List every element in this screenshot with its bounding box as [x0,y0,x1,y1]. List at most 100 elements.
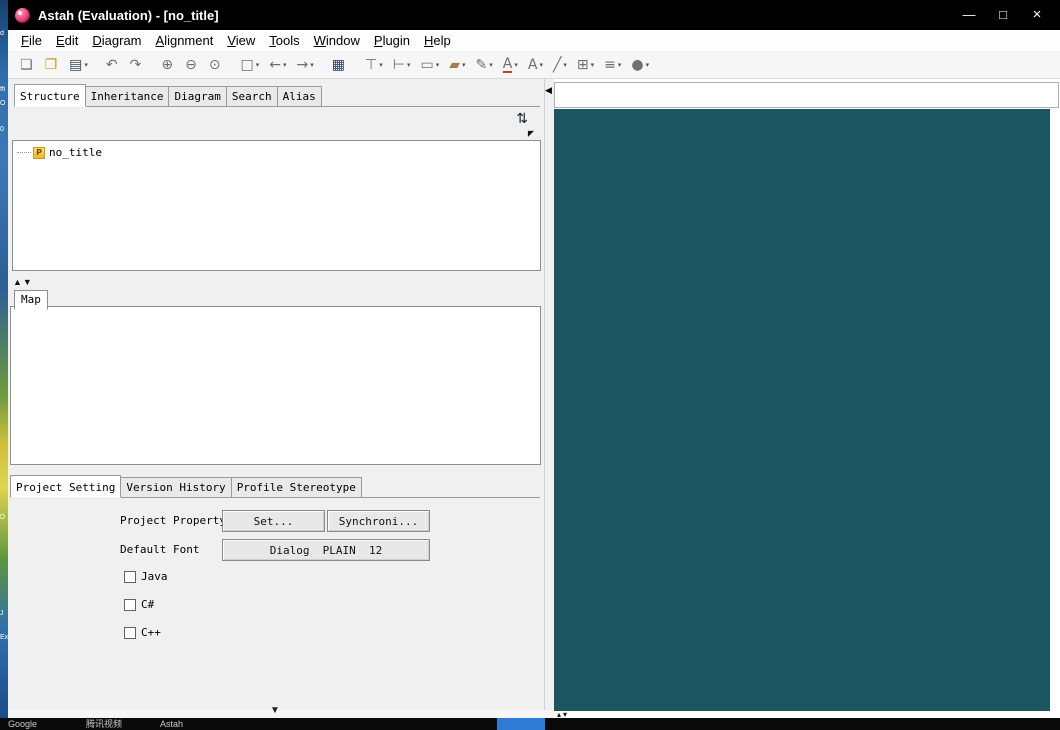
zoom-in-button[interactable]: ⊕ [157,54,179,76]
chevron-down-icon: ▾ [462,62,466,69]
astah-logo-icon [15,7,30,23]
java-checkbox[interactable] [124,570,136,583]
open-folder-button[interactable]: ❐ [41,54,64,76]
java-checkbox-label: Java [141,570,168,583]
collapse-tree-icon[interactable]: ◤ [528,129,534,138]
tab-inheritance[interactable]: Inheritance [84,86,170,107]
tree-node-root[interactable]: P no_title [13,141,540,159]
map-view[interactable] [10,306,541,465]
splitter-collapse-left-icon[interactable]: ◀ [545,85,552,96]
new-file-button[interactable]: ❏ [16,54,39,76]
chevron-down-icon: ▾ [539,62,543,69]
zoom-out-button[interactable]: ⊖ [181,54,203,76]
magnifier-icon: ⊙ [208,57,221,73]
window-title: Astah (Evaluation) - [no_title] [38,7,219,23]
menu-item-edit[interactable]: Edit [49,31,85,50]
vertical-splitter[interactable]: ◀ [545,79,554,710]
diagram-tab-bar [554,82,1059,108]
tab-alias[interactable]: Alias [276,86,322,107]
menu-item-tools[interactable]: Tools [262,31,306,50]
tab-profile-stereotype[interactable]: Profile Stereotype [230,477,362,498]
chevron-down-icon: ▾ [617,62,622,69]
synchronize-button[interactable]: Synchroni... [327,510,430,532]
taskbar-item-astah[interactable]: Astah [160,718,183,730]
menu-item-alignment[interactable]: Alignment [149,31,221,50]
bottom-tab-row: Project Setting Version History Profile … [10,475,540,498]
menu-item-diagram[interactable]: Diagram [85,31,148,50]
tree-map-splitter[interactable]: ▲▼ [13,277,33,287]
set-button[interactable]: Set... [222,510,325,532]
select-area-button[interactable]: □ ▾ [237,54,264,76]
undo-button[interactable]: ↶ [102,54,124,76]
arrow-right-icon: → [296,57,309,73]
undo-icon: ↶ [105,57,118,73]
csharp-checkbox-row: C# [124,598,154,611]
menu-item-help[interactable]: Help [417,31,458,50]
structure-tab-row: Structure Inheritance Diagram Search Ali… [14,84,540,107]
zoom-tool-button[interactable]: ⊙ [205,54,227,76]
line-shape-button[interactable]: ╱ ▾ [549,54,571,76]
maximize-button[interactable]: □ [986,0,1020,30]
panel-collapse-icon[interactable]: ▼ [270,705,280,716]
menu-bar: File Edit Diagram Alignment View Tools W… [8,30,1060,52]
tree-node-label: no_title [49,146,102,159]
menu-item-window[interactable]: Window [307,31,367,50]
map-view-button[interactable]: ▦ [328,54,351,76]
taskbar-item-tencent-video[interactable]: 腾讯视频 [86,718,122,730]
align-vertical-button[interactable]: ⊤ ▾ [361,54,387,76]
diagram-editor-panel: ▴▾ [554,79,1060,719]
tab-structure[interactable]: Structure [14,84,86,107]
project-tree[interactable]: P no_title [12,140,541,271]
cpp-checkbox[interactable] [124,626,136,639]
line-color-button[interactable]: ✎ ▾ [472,54,497,76]
menu-item-plugin[interactable]: Plugin [367,31,417,50]
list-icon: ≡ [604,57,616,73]
close-button[interactable]: × [1020,0,1054,30]
junction-button[interactable]: ● ▾ [627,54,653,76]
grid-view-button[interactable]: ⊞ ▾ [573,54,598,76]
align-horizontal-button[interactable]: ⊢ ▾ [389,54,415,76]
tab-search[interactable]: Search [225,86,278,107]
frame-icon: ▭ [420,57,434,73]
diagram-canvas[interactable] [554,109,1050,711]
font-color-button[interactable]: A ▾ [499,54,522,76]
save-icon: ▤ [69,57,83,73]
splitter-down-icon[interactable]: ▼ [23,277,33,287]
taskbar-item-google[interactable]: Google [8,718,37,730]
redo-button[interactable]: ↷ [126,54,148,76]
desktop-icon-label: D [0,514,6,521]
navigate-forward-button[interactable]: → ▾ [293,54,318,76]
list-view-button[interactable]: ≡ ▾ [600,54,625,76]
menu-item-file[interactable]: File [14,31,49,50]
chevron-down-icon: ▾ [255,62,260,69]
font-style-button[interactable]: A ▾ [524,54,547,76]
structure-panel: Structure Inheritance Diagram Search Ali… [8,79,545,710]
csharp-checkbox-label: C# [141,598,155,611]
desktop-icon-label: J [0,610,4,617]
font-color-icon: A [502,56,513,73]
chevron-down-icon: ▾ [310,62,314,69]
save-button[interactable]: ▤ ▾ [65,54,92,76]
csharp-checkbox[interactable] [124,598,136,611]
navigate-back-button[interactable]: ← ▾ [265,54,290,76]
sort-sync-icon[interactable]: ⇅ [516,111,528,127]
menu-item-view[interactable]: View [220,31,262,50]
desktop-edge-strip: d ffi O 0 D J Ex [0,0,8,718]
default-font-label: Default Font [120,543,200,556]
tab-version-history[interactable]: Version History [120,477,232,498]
default-font-button[interactable]: Dialog PLAIN 12 [222,539,430,561]
splitter-up-icon[interactable]: ▲ [13,277,23,287]
chevron-down-icon: ▾ [563,62,567,69]
tab-diagram[interactable]: Diagram [168,86,227,107]
tab-map[interactable]: Map [14,290,48,310]
minimize-button[interactable]: — [952,0,986,30]
frame-button[interactable]: ▭ ▾ [416,54,443,76]
tab-project-setting[interactable]: Project Setting [10,475,122,498]
selection-rect-icon: □ [240,57,254,73]
taskbar-active-item[interactable] [497,718,545,730]
fill-color-button[interactable]: ▰ ▾ [445,54,469,76]
cpp-checkbox-label: C++ [141,626,161,639]
grid-icon: ▦ [331,57,346,73]
chevron-down-icon: ▾ [435,62,440,69]
pencil-icon: ✎ [475,57,488,73]
